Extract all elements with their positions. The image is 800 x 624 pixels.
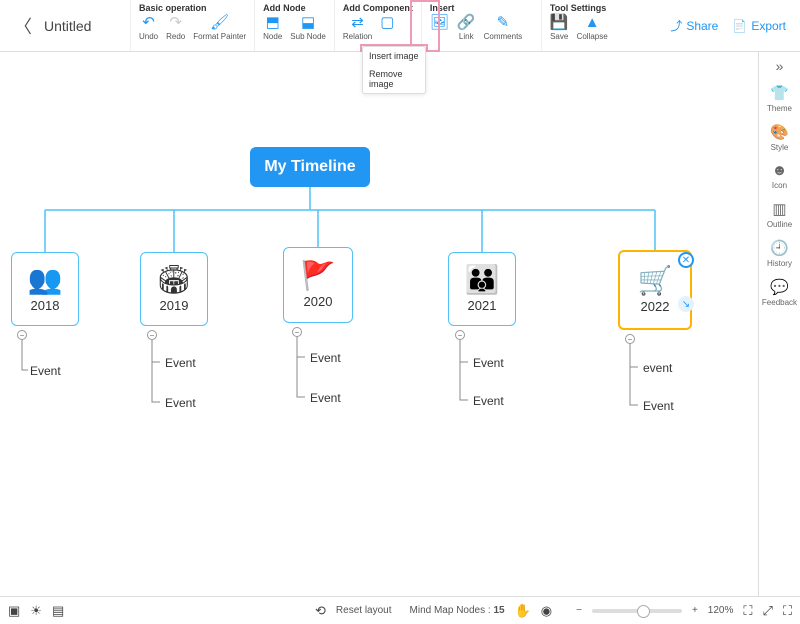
node-2020[interactable]: 🚩 2020: [283, 247, 353, 323]
group-insert-label: Insert: [430, 3, 533, 13]
node-year: 2018: [31, 298, 60, 313]
node-year: 2021: [468, 298, 497, 313]
node-count-label: Mind Map Nodes : 15: [410, 605, 505, 616]
link-node-icon[interactable]: ↘: [678, 296, 694, 312]
people-icon: 👥: [28, 266, 63, 294]
group-add-component: Add Component ⇄Relation ▢: [334, 0, 421, 51]
component2-button[interactable]: ▢: [380, 15, 394, 41]
insert-image-button[interactable]: 🖼: [430, 15, 449, 41]
group-tools-label: Tool Settings: [550, 3, 608, 13]
undo-button[interactable]: ↶Undo: [139, 15, 158, 41]
insert-comments-button[interactable]: ✎Comments: [484, 15, 523, 41]
right-sidebar: » 👕Theme 🎨Style ☻Icon ▥Outline 🕘History …: [758, 52, 800, 596]
reset-layout-icon[interactable]: ⟲: [315, 603, 326, 619]
sidebar-feedback[interactable]: 💬Feedback: [762, 278, 797, 307]
group-basic: Basic operation ↶Undo ↷Redo 🖌Format Pain…: [130, 0, 254, 51]
event-label[interactable]: Event: [165, 356, 196, 370]
node-2018[interactable]: 👥 2018: [11, 252, 79, 326]
flag-steps-icon: 🚩: [301, 262, 336, 290]
collapse-sidebar-icon[interactable]: »: [776, 58, 784, 74]
export-icon: 📄: [732, 19, 747, 33]
document-title[interactable]: Untitled: [44, 18, 91, 34]
node-2021[interactable]: 👪 2021: [448, 252, 516, 326]
expand-icon[interactable]: ⤢: [762, 603, 772, 619]
zoom-out-button[interactable]: −: [576, 605, 582, 616]
root-node[interactable]: My Timeline: [250, 147, 370, 187]
fullscreen-icon[interactable]: ⛶: [783, 603, 792, 619]
add-subnode-button[interactable]: ⬓Sub Node: [290, 15, 326, 41]
event-label[interactable]: Event: [310, 351, 341, 365]
share-button[interactable]: ⤴Share: [670, 17, 718, 34]
menu-insert-image[interactable]: Insert image: [363, 47, 425, 65]
node-year: 2022: [641, 299, 670, 314]
sidebar-history[interactable]: 🕘History: [767, 239, 792, 268]
view-mode2-icon[interactable]: ☀: [30, 603, 42, 619]
insert-dropdown: Insert image Remove image: [362, 46, 426, 94]
cart-icon: 🛒: [638, 267, 673, 295]
relation-button[interactable]: ⇄Relation: [343, 15, 372, 41]
group-tool-settings: Tool Settings 💾Save ▲Collapse: [541, 0, 616, 51]
tshirt-icon: 👕: [770, 84, 789, 102]
zoom-in-button[interactable]: +: [692, 605, 698, 616]
add-node-button[interactable]: ⬒Node: [263, 15, 282, 41]
menu-remove-image[interactable]: Remove image: [363, 65, 425, 93]
format-painter-button[interactable]: 🖌Format Painter: [193, 15, 246, 41]
export-button[interactable]: 📄Export: [732, 19, 786, 33]
event-label[interactable]: Event: [473, 394, 504, 408]
palette-icon: 🎨: [770, 123, 789, 141]
event-label[interactable]: Event: [30, 364, 61, 378]
insert-link-button[interactable]: 🔗Link: [457, 15, 476, 41]
event-label[interactable]: Event: [473, 356, 504, 370]
event-label[interactable]: Event: [165, 396, 196, 410]
fit-screen-icon[interactable]: ⛶: [743, 603, 752, 619]
mindmap-canvas[interactable]: My Timeline 👥 2018 − Event 🏟 2019 − Even…: [0, 52, 758, 596]
group-basic-label: Basic operation: [139, 3, 246, 13]
chat-icon: 💬: [770, 278, 789, 296]
collapse-toggle[interactable]: −: [17, 330, 27, 340]
node-year: 2020: [304, 294, 333, 309]
event-label[interactable]: event: [643, 361, 672, 375]
save-button[interactable]: 💾Save: [550, 15, 569, 41]
stage-icon: 🏟: [156, 266, 192, 294]
sidebar-icon[interactable]: ☻Icon: [772, 162, 788, 190]
group-insert: Insert 🖼 🔗Link ✎Comments: [421, 0, 541, 51]
sidebar-theme[interactable]: 👕Theme: [767, 84, 792, 113]
collapse-button[interactable]: ▲Collapse: [577, 15, 608, 41]
node-2019[interactable]: 🏟 2019: [140, 252, 208, 326]
zoom-slider[interactable]: [592, 609, 682, 613]
group-addcomp-label: Add Component: [343, 3, 413, 13]
delete-node-icon[interactable]: ✕: [678, 252, 694, 268]
event-label[interactable]: Event: [643, 399, 674, 413]
collapse-toggle[interactable]: −: [292, 327, 302, 337]
reset-layout-label[interactable]: Reset layout: [336, 605, 392, 616]
view-mode1-icon[interactable]: ▣: [8, 603, 20, 619]
group-add-node: Add Node ⬒Node ⬓Sub Node: [254, 0, 334, 51]
sidebar-style[interactable]: 🎨Style: [770, 123, 789, 152]
top-toolbar: 〈 Untitled Basic operation ↶Undo ↷Redo 🖌…: [0, 0, 800, 52]
collapse-toggle[interactable]: −: [455, 330, 465, 340]
collapse-toggle[interactable]: −: [625, 334, 635, 344]
view-mode3-icon[interactable]: ▤: [52, 603, 64, 619]
collapse-toggle[interactable]: −: [147, 330, 157, 340]
back-icon[interactable]: 〈: [14, 13, 32, 39]
redo-button[interactable]: ↷Redo: [166, 15, 185, 41]
sidebar-outline[interactable]: ▥Outline: [767, 200, 792, 229]
face-icon: ☻: [772, 162, 788, 179]
group-addnode-label: Add Node: [263, 3, 326, 13]
share-icon: ⤴: [670, 17, 682, 34]
hand-tool-icon[interactable]: ✋: [515, 603, 531, 619]
status-bar: ▣ ☀ ▤ ⟲ Reset layout Mind Map Nodes : 15…: [0, 596, 800, 624]
event-label[interactable]: Event: [310, 391, 341, 405]
clock-icon: 🕘: [770, 239, 789, 257]
family-icon: 👪: [465, 266, 500, 294]
zoom-level: 120%: [708, 605, 734, 616]
layout-icon: ▥: [772, 200, 786, 218]
node-year: 2019: [160, 298, 189, 313]
eye-icon[interactable]: ◉: [541, 603, 552, 619]
